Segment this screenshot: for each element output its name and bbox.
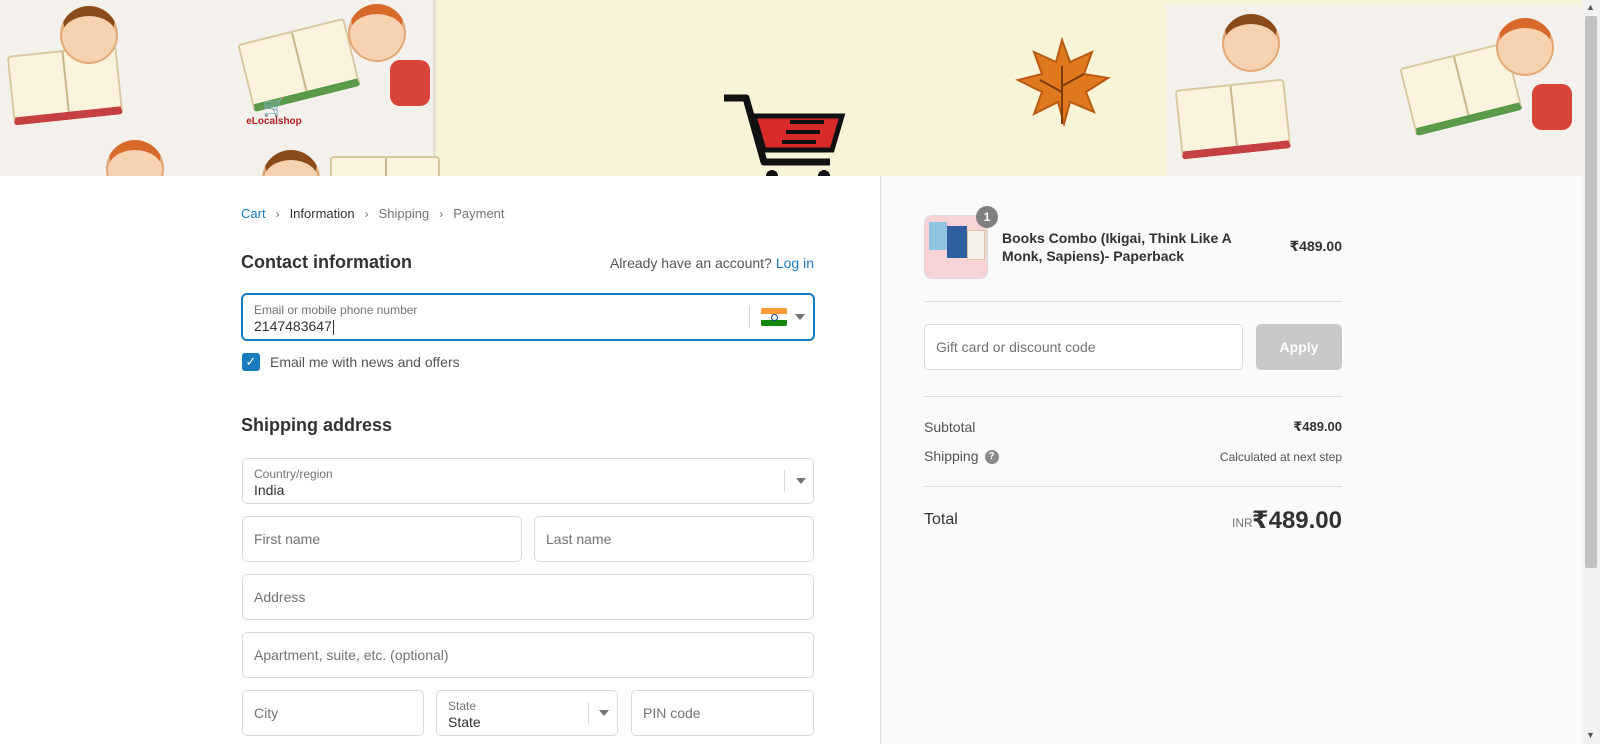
question-circle-icon[interactable]: ?: [984, 450, 999, 465]
text-cursor: [332, 319, 334, 335]
state-value: State: [448, 714, 481, 730]
total-label: Total: [924, 511, 958, 528]
select-divider: [784, 470, 785, 492]
login-link[interactable]: Log in: [776, 255, 814, 271]
breadcrumb-shipping: Shipping: [378, 206, 430, 221]
caret-down-icon[interactable]: [795, 314, 805, 320]
account-prompt: Already have an account? Log in: [610, 255, 814, 271]
last-name-input[interactable]: Last name: [534, 516, 814, 562]
country-select[interactable]: Country/region India: [242, 458, 814, 504]
state-label: State: [448, 699, 477, 713]
quantity-badge: 1: [976, 206, 998, 228]
field-divider: [749, 306, 750, 328]
total-amount: ₹489.00: [1251, 507, 1342, 534]
banner-kid-illustration: [348, 4, 406, 62]
email-phone-text: 2147483647: [254, 318, 332, 334]
summary-divider: [924, 486, 1342, 487]
last-name-placeholder: Last name: [546, 531, 612, 547]
banner-kid-illustration: [106, 140, 164, 176]
chevron-right-icon: ›: [275, 206, 280, 221]
shopping-cart-icon: [724, 94, 846, 176]
breadcrumb-cart[interactable]: Cart: [241, 206, 266, 221]
shipping-label: Shipping: [924, 448, 979, 464]
newsletter-label[interactable]: Email me with news and offers: [270, 354, 460, 370]
account-prompt-text: Already have an account?: [609, 255, 772, 271]
shipping-value: Calculated at next step: [1219, 450, 1342, 464]
pin-code-input[interactable]: PIN code: [631, 690, 814, 736]
contact-information-title: Contact information: [241, 252, 412, 272]
product-name: Books Combo (Ikigai, Think Like A Monk, …: [1002, 230, 1232, 264]
shipping-row-label: Shipping?: [924, 448, 999, 465]
discount-code-placeholder: Gift card or discount code: [936, 339, 1096, 355]
banner-kid-shirt: [390, 60, 430, 106]
banner-tile-left: [0, 0, 440, 176]
banner-book-illustration: [1174, 78, 1292, 160]
newsletter-checkbox[interactable]: ✓: [242, 353, 260, 371]
product-price: ₹489.00: [1289, 238, 1342, 254]
maple-leaf-icon: [1015, 36, 1111, 126]
discount-code-input[interactable]: Gift card or discount code: [924, 324, 1243, 370]
caret-down-icon: [796, 478, 806, 484]
chevron-right-icon: ›: [364, 206, 369, 221]
store-banner: 🛒 eLocalshop: [0, 0, 1582, 176]
store-logo[interactable]: 🛒 eLocalshop: [244, 98, 304, 127]
select-divider: [588, 702, 589, 724]
banner-kid-illustration: [1222, 14, 1280, 72]
breadcrumb-payment: Payment: [453, 206, 505, 221]
banner-kid-illustration: [1496, 18, 1554, 76]
shipping-address-title: Shipping address: [241, 415, 393, 435]
banner-kid-illustration: [60, 6, 118, 64]
chevron-right-icon: ›: [439, 206, 444, 221]
address-placeholder: Address: [254, 589, 306, 605]
cart-logo-icon: 🛒: [262, 97, 286, 117]
scrollbar-thumb[interactable]: [1585, 16, 1597, 568]
apartment-placeholder: Apartment, suite, etc. (optional): [254, 647, 449, 663]
scroll-down-arrow-icon[interactable]: ▼: [1586, 730, 1595, 740]
country-value: India: [254, 482, 285, 498]
email-phone-field[interactable]: Email or mobile phone number 2147483647: [242, 294, 814, 340]
india-flag-icon[interactable]: [761, 308, 787, 326]
first-name-placeholder: First name: [254, 531, 321, 547]
banner-kid-illustration: [262, 150, 320, 176]
apply-discount-button[interactable]: Apply: [1256, 324, 1342, 370]
email-phone-value[interactable]: 2147483647: [254, 318, 334, 335]
summary-divider: [924, 301, 1342, 302]
check-icon: ✓: [245, 354, 257, 369]
caret-down-icon: [599, 710, 609, 716]
state-select[interactable]: State State: [436, 690, 618, 736]
email-phone-label: Email or mobile phone number: [254, 303, 418, 317]
apartment-input[interactable]: Apartment, suite, etc. (optional): [242, 632, 814, 678]
subtotal-value: ₹489.00: [1293, 419, 1342, 434]
scroll-up-arrow-icon[interactable]: ▲: [1586, 2, 1595, 12]
store-logo-text: eLocalshop: [246, 116, 302, 127]
country-label: Country/region: [254, 467, 333, 481]
breadcrumb: Cart › Information › Shipping › Payment: [241, 206, 505, 221]
banner-book-illustration: [330, 156, 440, 176]
banner-tile-right: [1166, 4, 1582, 176]
banner-kid-shirt: [1532, 84, 1572, 130]
summary-divider: [924, 396, 1342, 397]
address-input[interactable]: Address: [242, 574, 814, 620]
city-placeholder: City: [254, 705, 279, 721]
total-currency: INR: [1232, 516, 1253, 530]
subtotal-label: Subtotal: [924, 419, 976, 435]
breadcrumb-information: Information: [289, 206, 355, 221]
city-input[interactable]: City: [242, 690, 424, 736]
first-name-input[interactable]: First name: [242, 516, 522, 562]
pin-code-placeholder: PIN code: [643, 705, 701, 721]
